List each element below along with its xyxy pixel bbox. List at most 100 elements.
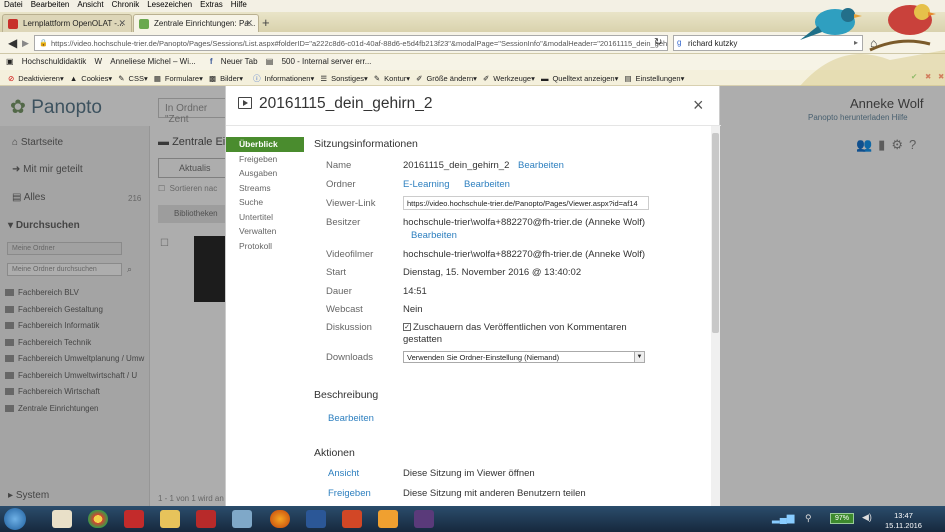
action-view-text: Diese Sitzung im Viewer öffnen — [403, 468, 535, 479]
close-icon[interactable]: × — [693, 95, 704, 116]
folder-link[interactable]: E-Learning — [403, 179, 449, 190]
close-tab-icon[interactable]: ✕ — [245, 18, 253, 29]
tab-overview[interactable]: Überblick — [226, 137, 304, 152]
bookmark-anneliese[interactable]: W Anneliese Michel – Wi... — [95, 57, 196, 66]
bookmark-label: Neuer Tab — [220, 57, 258, 66]
downloads-select[interactable]: Verwenden Sie Ordner-Einstellung (Nieman… — [403, 351, 645, 363]
facebook-icon: f — [209, 57, 213, 66]
scrollbar-thumb[interactable] — [712, 133, 719, 333]
word-icon[interactable] — [306, 510, 326, 528]
tab-streams[interactable]: Streams — [226, 181, 304, 196]
dev-cookies[interactable]: ▲ Cookies▾ — [70, 74, 112, 83]
dev-label: Werkzeuge — [493, 74, 532, 83]
menu-hilfe[interactable]: Hilfe — [231, 0, 247, 9]
video-icon — [238, 97, 252, 109]
forward-icon[interactable]: ▶ — [22, 38, 29, 49]
start-button[interactable] — [4, 508, 26, 530]
system-clock[interactable]: 13:47 15.11.2016 — [885, 511, 922, 531]
dev-werkzeuge[interactable]: ✐ Werkzeuge▾ — [483, 74, 535, 83]
owner-label: Besitzer — [326, 217, 361, 228]
dev-label: Formulare — [164, 74, 200, 83]
tab-share[interactable]: Freigeben — [226, 152, 304, 167]
session-info-heading: Sitzungsinformationen — [314, 138, 418, 150]
name-value: 20161115_dein_gehirn_2 — [403, 160, 510, 171]
webcast-value: Nein — [403, 304, 423, 315]
bookmark-hochschuldidaktik[interactable]: ▣ Hochschuldidaktik — [6, 57, 86, 66]
duration-value: 14:51 — [403, 286, 427, 297]
url-text: https://video.hochschule-trier.de/Panopt… — [51, 39, 668, 48]
dev-deaktivieren[interactable]: ⊘ Deaktivieren▾ — [4, 74, 64, 83]
outlook-icon[interactable] — [378, 510, 398, 528]
app-icon[interactable] — [196, 510, 216, 528]
dev-label: Cookies — [81, 74, 109, 83]
url-bar[interactable]: 🔒 https://video.hochschule-trier.de/Pano… — [34, 35, 668, 51]
dev-kontur[interactable]: ✎ Kontur▾ — [374, 74, 410, 83]
dev-formulare[interactable]: ▦ Formulare▾ — [154, 74, 203, 83]
downloads-selected: Verwenden Sie Ordner-Einstellung (Nieman… — [407, 353, 560, 362]
search-value: richard kutzky — [688, 39, 738, 48]
tab-captions[interactable]: Untertitel — [226, 210, 304, 225]
explorer-icon[interactable] — [160, 510, 180, 528]
media-player-icon[interactable] — [52, 510, 72, 528]
tab-panopto[interactable]: Zentrale Einrichtungen: Pa... ✕ — [133, 14, 259, 32]
menu-bearbeiten[interactable]: Bearbeiten — [31, 0, 70, 9]
tab-manage[interactable]: Verwalten — [226, 224, 304, 239]
dev-label: Deaktivieren — [18, 74, 60, 83]
firefox-icon[interactable] — [270, 510, 290, 528]
dev-css[interactable]: ✎ CSS▾ — [118, 74, 147, 83]
tab-outputs[interactable]: Ausgaben — [226, 166, 304, 181]
theme-bird-illustration — [800, 4, 945, 86]
modal-header: 20161115_dein_gehirn_2 × — [226, 86, 721, 126]
menu-ansicht[interactable]: Ansicht — [77, 0, 103, 9]
webcast-label: Webcast — [326, 304, 363, 315]
menu-chronik[interactable]: Chronik — [112, 0, 140, 9]
edit-folder-link[interactable]: Bearbeiten — [464, 179, 510, 190]
action-share-link[interactable]: Freigeben — [328, 488, 371, 499]
network-icon[interactable]: ⚲ — [805, 513, 812, 524]
action-view-link[interactable]: Ansicht — [328, 468, 359, 479]
dev-groesse[interactable]: ✐ Größe ändern▾ — [416, 74, 477, 83]
dev-bilder[interactable]: ▩ Bilder▾ — [209, 74, 243, 83]
tab-search[interactable]: Suche — [226, 195, 304, 210]
panopto-favicon — [139, 19, 149, 29]
chrome-icon[interactable] — [88, 510, 108, 528]
description-heading: Beschreibung — [314, 389, 379, 401]
app-icon[interactable] — [414, 510, 434, 528]
folder-label: Ordner — [326, 179, 356, 190]
battery-indicator[interactable]: 97% — [830, 513, 854, 524]
acrobat-icon[interactable] — [124, 510, 144, 528]
start-label: Start — [326, 267, 347, 278]
dev-label: Bilder — [220, 74, 240, 83]
signal-icon[interactable]: ▂▄▆ — [772, 513, 794, 524]
action-share-text: Diese Sitzung mit anderen Benutzern teil… — [403, 488, 586, 499]
dev-label: Informationen — [264, 74, 311, 83]
edit-name-link[interactable]: Bearbeiten — [518, 160, 564, 171]
volume-icon[interactable]: ◀) — [862, 512, 872, 523]
menu-datei[interactable]: Datei — [4, 0, 23, 9]
discussion-option[interactable]: ✓ Zuschauern das Veröffentlichen von Komm… — [403, 322, 653, 346]
bookmark-label: 500 - Internal server err... — [281, 57, 372, 66]
bookmark-neuer-tab[interactable]: f Neuer Tab — [204, 57, 258, 66]
edit-description-link[interactable]: Bearbeiten — [328, 413, 374, 424]
tab-log[interactable]: Protokoll — [226, 239, 304, 254]
dev-einstellungen[interactable]: ▤ Einstellungen▾ — [624, 74, 684, 83]
back-icon[interactable]: ◀ — [8, 36, 17, 50]
powerpoint-icon[interactable] — [342, 510, 362, 528]
viewer-link-field[interactable]: https://video.hochschule-trier.de/Panopt… — [403, 196, 649, 210]
dev-sonstiges[interactable]: ☰ Sonstiges▾ — [320, 74, 367, 83]
discussion-text: Zuschauern das Veröffentlichen von Komme… — [403, 322, 627, 345]
discussion-checkbox[interactable]: ✓ — [403, 323, 411, 332]
dev-informationen[interactable]: ⓘ Informationen▾ — [249, 74, 314, 83]
dev-quelltext[interactable]: ▬ Quelltext anzeigen▾ — [541, 74, 618, 83]
tab-openolat[interactable]: Lernplattform OpenOLAT -... ✕ — [2, 14, 132, 32]
bookmark-500[interactable]: ▤ 500 - Internal server err... — [266, 57, 372, 66]
duration-label: Dauer — [326, 286, 352, 297]
edit-owner-link[interactable]: Bearbeiten — [411, 230, 457, 241]
menu-extras[interactable]: Extras — [200, 0, 223, 9]
downloads-label: Downloads — [326, 352, 373, 363]
close-tab-icon[interactable]: ✕ — [118, 18, 126, 29]
reload-icon[interactable]: ↻ — [654, 37, 662, 48]
app-icon[interactable] — [232, 510, 252, 528]
new-tab-icon[interactable]: + — [262, 15, 270, 30]
menu-lesezeichen[interactable]: Lesezeichen — [147, 0, 192, 9]
